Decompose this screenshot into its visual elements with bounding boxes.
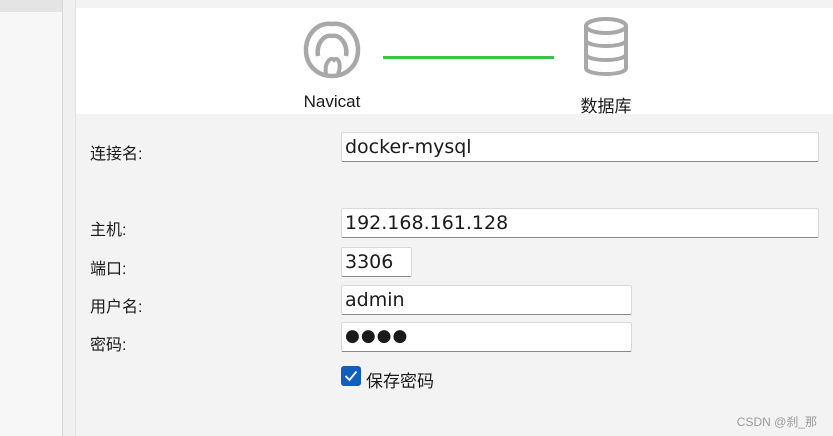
watermark: CSDN @刹_那 — [736, 415, 817, 429]
left-panel-selected-item[interactable] — [0, 0, 62, 12]
navicat-logo-icon — [303, 21, 361, 79]
username-input[interactable]: admin — [341, 285, 632, 315]
database-icon — [584, 17, 628, 76]
connection-name-input[interactable]: docker-mysql — [341, 132, 819, 162]
port-label: 端口: — [90, 261, 127, 278]
checkmark-icon — [344, 370, 358, 382]
connection-line — [383, 56, 554, 59]
save-password-checkbox[interactable] — [341, 366, 361, 386]
top-strip — [76, 0, 833, 8]
navicat-label: Navicat — [303, 92, 361, 111]
username-label: 用户名: — [90, 299, 143, 316]
database-label: 数据库 — [580, 97, 632, 116]
save-password-label[interactable]: 保存密码 — [366, 367, 434, 392]
host-label: 主机: — [90, 222, 127, 239]
connection-header — [76, 8, 833, 114]
panel-divider[interactable] — [63, 0, 76, 436]
port-input[interactable]: 3306 — [341, 247, 412, 277]
left-panel — [0, 0, 63, 436]
host-input[interactable]: 192.168.161.128 — [341, 208, 819, 238]
password-input[interactable]: ●●●● — [341, 322, 632, 352]
connection-name-label: 连接名: — [90, 146, 143, 163]
password-label: 密码: — [90, 337, 127, 354]
